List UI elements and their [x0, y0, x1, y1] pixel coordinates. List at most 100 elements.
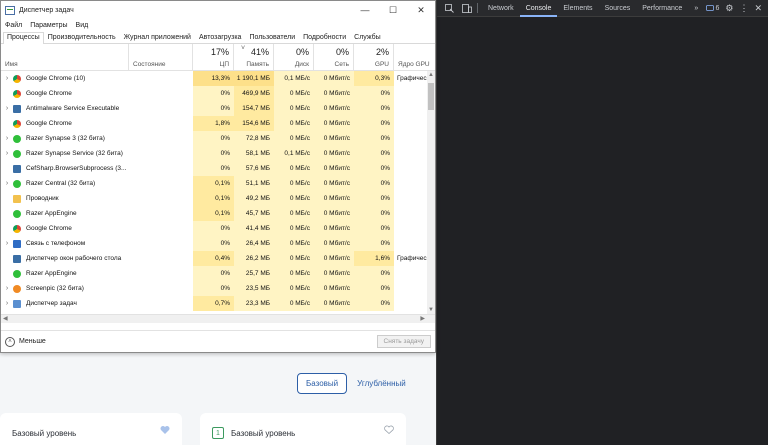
- column-header-name[interactable]: Имя: [1, 44, 129, 70]
- expand-chevron-icon[interactable]: ›: [3, 176, 11, 191]
- tab-elements[interactable]: Elements: [557, 0, 598, 17]
- device-toolbar-icon[interactable]: [461, 2, 473, 14]
- menu-options[interactable]: Параметры: [30, 22, 67, 29]
- disk-cell: 0 МБ/с: [274, 296, 314, 311]
- column-header-network[interactable]: 0% Сеть: [314, 44, 354, 70]
- expand-chevron-icon[interactable]: ›: [3, 146, 11, 161]
- tab-processes[interactable]: Процессы: [3, 32, 44, 44]
- minimize-button[interactable]: —: [351, 1, 379, 19]
- expand-chevron-icon[interactable]: ›: [3, 296, 11, 311]
- disk-cell: 0 МБ/с: [274, 101, 314, 116]
- table-row[interactable]: › Google Chrome (10) 13,3% 1 190,1 МБ 0,1 МБ…: [1, 71, 435, 86]
- table-row[interactable]: › Razer Central (32 бита) 0,1% 51,1 МБ 0 МБ/…: [1, 176, 435, 191]
- process-name: Antimalware Service Executable: [26, 105, 120, 112]
- expand-chevron-icon[interactable]: ›: [3, 131, 11, 146]
- disk-cell: 0 МБ/с: [274, 116, 314, 131]
- tab-network[interactable]: Network: [482, 0, 520, 17]
- favorite-heart-icon[interactable]: [160, 425, 170, 434]
- expand-chevron-icon[interactable]: ›: [3, 101, 11, 116]
- more-options-icon[interactable]: ⋮: [739, 3, 748, 14]
- scroll-right-arrow-icon[interactable]: ▶: [420, 315, 425, 322]
- status-cell: [129, 116, 193, 131]
- network-cell: 0 Мбит/с: [314, 71, 354, 86]
- settings-gear-icon[interactable]: ⚙: [725, 3, 733, 14]
- favorite-heart-icon[interactable]: [384, 425, 394, 434]
- expand-chevron-icon[interactable]: ›: [3, 236, 11, 251]
- status-cell: [129, 71, 193, 86]
- vertical-scrollbar[interactable]: ▲ ▼: [427, 71, 435, 314]
- gpu-cell: 0%: [354, 131, 394, 146]
- memory-cell: 58,1 МБ: [234, 146, 274, 161]
- tab-users[interactable]: Пользователи: [245, 32, 299, 43]
- memory-cell: 51,1 МБ: [234, 176, 274, 191]
- close-icon[interactable]: ✕: [754, 3, 762, 14]
- status-cell: [129, 251, 193, 266]
- memory-cell: 41,4 МБ: [234, 221, 274, 236]
- table-row[interactable]: Диспетчер окон рабочего стола 0,4% 26,2 МБ…: [1, 251, 435, 266]
- tab-sources[interactable]: Sources: [599, 0, 637, 17]
- gpu-engine-cell: [394, 281, 427, 296]
- table-row[interactable]: CefSharp.BrowserSubprocess (3... 0% 57,6 М…: [1, 161, 435, 176]
- column-header-disk[interactable]: 0% Диск: [274, 44, 314, 70]
- table-row[interactable]: › Screenpic (32 бита) 0% 23,5 МБ 0 МБ/с 0 Мби…: [1, 281, 435, 296]
- column-header-memory[interactable]: ˅ 41% Память: [234, 44, 274, 70]
- more-tabs-button[interactable]: »: [688, 0, 704, 17]
- title-bar[interactable]: Диспетчер задач — ☐ ✕: [1, 1, 435, 19]
- column-header-gpu-engine[interactable]: Ядро GPU: [394, 44, 435, 70]
- table-row[interactable]: › Razer Synapse 3 (32 бита) 0% 72,8 МБ 0 МБ/…: [1, 131, 435, 146]
- memory-cell: 26,4 МБ: [234, 236, 274, 251]
- scroll-left-arrow-icon[interactable]: ◀: [3, 315, 8, 322]
- table-row[interactable]: Google Chrome 0% 41,4 МБ 0 МБ/с 0 Мбит/с 0%: [1, 221, 435, 236]
- table-row[interactable]: Google Chrome 0% 469,9 МБ 0 МБ/с 0 Мбит/с 0%: [1, 86, 435, 101]
- gpu-engine-cell: Графическ: [397, 75, 427, 82]
- inspect-element-icon[interactable]: [443, 2, 455, 14]
- gpu-engine-cell: [394, 206, 427, 221]
- tab-app-history[interactable]: Журнал приложений: [120, 32, 195, 43]
- table-row[interactable]: Google Chrome 1,8% 154,6 МБ 0 МБ/с 0 Мбит/с 0…: [1, 116, 435, 131]
- chrome-icon: [13, 89, 21, 98]
- status-cell: [129, 101, 193, 116]
- expand-chevron-icon[interactable]: ›: [3, 71, 11, 86]
- scroll-up-arrow-icon[interactable]: ▲: [427, 71, 435, 79]
- tab-console[interactable]: Console: [519, 0, 558, 17]
- horizontal-scrollbar[interactable]: ◀ ▶: [1, 314, 435, 323]
- status-cell: [129, 131, 193, 146]
- level-card-2[interactable]: 1 Базовый уровень: [200, 413, 406, 445]
- process-name: Проводник: [26, 195, 59, 202]
- tab-performance[interactable]: Performance: [636, 0, 688, 17]
- table-row[interactable]: › Связь с телефоном 0% 26,4 МБ 0 МБ/с 0 Мбит/…: [1, 236, 435, 251]
- table-row[interactable]: › Диспетчер задач 0,7% 23,3 МБ 0 МБ/с 0 Мбит/…: [1, 296, 435, 311]
- less-details-link[interactable]: Меньше: [19, 338, 46, 345]
- network-cell: 0 Мбит/с: [314, 281, 354, 296]
- table-row[interactable]: › Antimalware Service Executable 0% 154,7 М…: [1, 101, 435, 116]
- close-button[interactable]: ✕: [407, 1, 435, 19]
- column-header-status[interactable]: Состояние: [129, 44, 193, 70]
- menu-view[interactable]: Вид: [76, 22, 89, 29]
- column-header-gpu[interactable]: 2% GPU: [354, 44, 394, 70]
- table-row[interactable]: Razer AppEngine 0% 25,7 МБ 0 МБ/с 0 Мбит/с 0%: [1, 266, 435, 281]
- maximize-button[interactable]: ☐: [379, 1, 407, 19]
- tab-startup[interactable]: Автозагрузка: [195, 32, 245, 43]
- end-task-button[interactable]: Снять задачу: [376, 335, 431, 348]
- tab-basic[interactable]: Базовый: [297, 373, 348, 394]
- level-tabs: Базовый Углублённый: [297, 373, 406, 394]
- network-cell: 0 Мбит/с: [314, 236, 354, 251]
- table-row[interactable]: › Razer Synapse Service (32 бита) 0% 58,1 М…: [1, 146, 435, 161]
- table-row[interactable]: Razer AppEngine 0,1% 45,7 МБ 0 МБ/с 0 Мбит/с…: [1, 206, 435, 221]
- tab-services[interactable]: Службы: [350, 32, 385, 43]
- collapse-chevron-icon[interactable]: ˄: [5, 336, 15, 347]
- network-cell: 0 Мбит/с: [314, 86, 354, 101]
- issues-badge[interactable]: 6: [706, 5, 719, 12]
- scroll-down-arrow-icon[interactable]: ▼: [427, 306, 435, 314]
- process-name: Google Chrome (10): [26, 75, 86, 82]
- network-cell: 0 Мбит/с: [314, 206, 354, 221]
- table-row[interactable]: Проводник 0,1% 49,2 МБ 0 МБ/с 0 Мбит/с 0%: [1, 191, 435, 206]
- menu-file[interactable]: Файл: [5, 22, 22, 29]
- tab-details[interactable]: Подробности: [299, 32, 350, 43]
- tab-advanced[interactable]: Углублённый: [357, 373, 406, 394]
- scrollbar-thumb[interactable]: [428, 83, 434, 110]
- column-header-cpu[interactable]: 17% ЦП: [193, 44, 234, 70]
- tab-performance[interactable]: Производительность: [44, 32, 120, 43]
- expand-chevron-icon[interactable]: ›: [3, 281, 11, 296]
- level-card-1[interactable]: Базовый уровень: [0, 413, 182, 445]
